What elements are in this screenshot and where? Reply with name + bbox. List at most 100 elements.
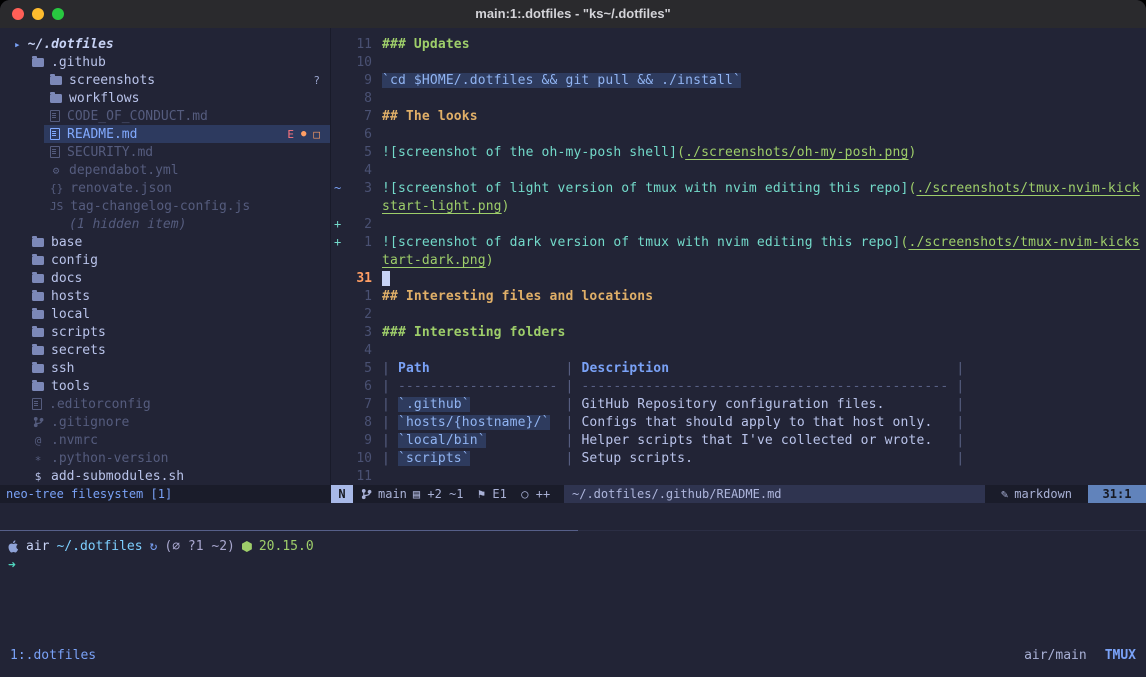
text-segment xyxy=(470,451,558,466)
tree-item-secrets[interactable]: secrets xyxy=(0,341,330,359)
editor-line[interactable]: 4 xyxy=(331,161,1146,179)
tree-item-tools[interactable]: tools xyxy=(0,377,330,395)
line-text: ### Updates xyxy=(382,37,470,52)
tree-item-renovate.json[interactable]: {}renovate.json xyxy=(0,179,330,197)
editor-line[interactable]: tart-dark.png) xyxy=(331,251,1146,269)
git-fetch-icon: ↻ xyxy=(150,539,158,554)
tree-item-config[interactable]: config xyxy=(0,251,330,269)
tree-item-dependabot.yml[interactable]: ⚙dependabot.yml xyxy=(0,161,330,179)
tree-item-scripts[interactable]: scripts xyxy=(0,323,330,341)
line-text: | `hosts/{hostname}/` | Configs that sho… xyxy=(382,415,964,430)
tree-item-local[interactable]: local xyxy=(0,305,330,323)
text-segment xyxy=(470,397,558,412)
tree-item-hosts[interactable]: hosts xyxy=(0,287,330,305)
gutter-sign xyxy=(331,91,346,105)
tree-item--.dotfiles[interactable]: ▸~/.dotfiles xyxy=(0,35,330,53)
editor-line[interactable]: 8 xyxy=(331,89,1146,107)
text-segment: | xyxy=(558,451,582,466)
shell-pane[interactable]: air ~/.dotfiles ↻ (⌀ ?1 ~2) 20.15.0 ➜ xyxy=(8,537,1146,575)
line-number: 1 xyxy=(346,235,372,250)
gutter-sign xyxy=(331,127,346,141)
gutter-sign xyxy=(331,253,346,267)
editor-line[interactable]: +2 xyxy=(331,215,1146,233)
statusline-row: neo-tree filesystem [1] N main ▤ +2 ~1 ⚑… xyxy=(0,485,1146,503)
tmux-pane-divider[interactable] xyxy=(0,530,1146,532)
tree-item-docs[interactable]: docs xyxy=(0,269,330,287)
prompt-git-status: (⌀ ?1 ~2) xyxy=(164,539,234,554)
editor-line[interactable]: 6| -------------------- | --------------… xyxy=(331,377,1146,395)
tree-item-workflows[interactable]: workflows xyxy=(0,89,330,107)
tree-item-label: CODE_OF_CONDUCT.md xyxy=(67,109,208,124)
tree-item-tag-changelog-config.js[interactable]: JStag-changelog-config.js xyxy=(0,197,330,215)
tree-item-.gitignore[interactable]: .gitignore xyxy=(0,413,330,431)
editor-line[interactable]: 11### Updates xyxy=(331,35,1146,53)
editor-line[interactable]: 10| `scripts` | Setup scripts. | xyxy=(331,449,1146,467)
editor-line[interactable]: 3### Interesting folders xyxy=(331,323,1146,341)
text-segment: | xyxy=(948,361,964,376)
editor-line[interactable]: 2 xyxy=(331,305,1146,323)
text-segment: `scripts` xyxy=(398,451,470,466)
editor-line[interactable]: 9| `local/bin` | Helper scripts that I'v… xyxy=(331,431,1146,449)
status-badge: ? xyxy=(313,74,320,87)
line-text: ### Interesting folders xyxy=(382,325,565,340)
editor-line[interactable]: 9`cd $HOME/.dotfiles && git pull && ./in… xyxy=(331,71,1146,89)
line-number: 11 xyxy=(346,469,372,484)
tree-item-label: screenshots xyxy=(69,73,155,88)
editor-pane[interactable]: 11### Updates 10 9`cd $HOME/.dotfiles &&… xyxy=(331,28,1146,492)
text-segment: ./screenshots/tmux-nvim-kicks xyxy=(908,235,1139,250)
editor-line[interactable]: 10 xyxy=(331,53,1146,71)
line-number: 4 xyxy=(346,163,372,178)
text-segment: start-light.png xyxy=(382,199,502,214)
line-number: 6 xyxy=(346,127,372,142)
tree-item-label: SECURITY.md xyxy=(67,145,153,160)
tree-item--1-hidden-item-[interactable]: (1 hidden item) xyxy=(0,215,330,233)
text-segment: Description xyxy=(581,361,669,376)
editor-line[interactable]: 1## Interesting files and locations xyxy=(331,287,1146,305)
editor-line[interactable]: start-light.png) xyxy=(331,197,1146,215)
editor-line[interactable]: +1![screenshot of dark version of tmux w… xyxy=(331,233,1146,251)
minimize-button[interactable] xyxy=(32,8,44,20)
tree-item-security.md[interactable]: SECURITY.md xyxy=(0,143,330,161)
file-icon xyxy=(50,146,60,158)
tree-item-.nvmrc[interactable]: @.nvmrc xyxy=(0,431,330,449)
editor-line[interactable]: 7| `.github` | GitHub Repository configu… xyxy=(331,395,1146,413)
tree-item-screenshots[interactable]: screenshots? xyxy=(0,71,330,89)
text-segment xyxy=(550,415,558,430)
line-number: 9 xyxy=(346,433,372,448)
text-segment xyxy=(932,415,948,430)
tree-item-ssh[interactable]: ssh xyxy=(0,359,330,377)
tmux-window-tab[interactable]: 1:.dotfiles xyxy=(10,648,96,663)
tree-item-base[interactable]: base xyxy=(0,233,330,251)
zoom-button[interactable] xyxy=(52,8,64,20)
editor-line[interactable]: 5![screenshot of the oh-my-posh shell](.… xyxy=(331,143,1146,161)
editor-line[interactable]: 31 xyxy=(331,269,1146,287)
editor-line[interactable]: 4 xyxy=(331,341,1146,359)
close-button[interactable] xyxy=(12,8,24,20)
editor-line[interactable]: 5| Path | Description | xyxy=(331,359,1146,377)
shell-input-line[interactable]: ➜ xyxy=(8,556,1146,575)
gutter-sign xyxy=(331,145,346,159)
neotree-statusline: neo-tree filesystem [1] xyxy=(0,485,331,503)
line-number: 9 xyxy=(346,73,372,88)
tree-item-code-of-conduct.md[interactable]: CODE_OF_CONDUCT.md xyxy=(0,107,330,125)
tree-item-.editorconfig[interactable]: .editorconfig xyxy=(0,395,330,413)
tree-item-.python-version[interactable]: ∗.python-version xyxy=(0,449,330,467)
shell-icon: $ xyxy=(32,470,44,483)
editor-line[interactable]: 11 xyxy=(331,467,1146,485)
text-segment: | xyxy=(948,451,964,466)
editor-line[interactable]: 8| `hosts/{hostname}/` | Configs that sh… xyxy=(331,413,1146,431)
tree-item-readme.md[interactable]: README.mdE●□ xyxy=(44,125,330,143)
text-segment: ) xyxy=(502,199,510,214)
tree-item-add-submodules.sh[interactable]: $ add-submodules.sh xyxy=(0,467,330,485)
folder-icon xyxy=(50,76,62,85)
tree-item-.github[interactable]: .github xyxy=(0,53,330,71)
editor-line[interactable]: 7## The looks xyxy=(331,107,1146,125)
editor-line[interactable]: 6 xyxy=(331,125,1146,143)
editor-line[interactable]: ~3![screenshot of light version of tmux … xyxy=(331,179,1146,197)
line-text xyxy=(382,271,390,286)
line-number: 3 xyxy=(346,181,372,196)
file-tree[interactable]: ▸~/.dotfiles.githubscreenshots?workflows… xyxy=(0,28,331,492)
pencil-icon: ✎ xyxy=(1001,487,1008,501)
tree-item-label: add-submodules.sh xyxy=(51,469,184,484)
tree-item-badges: ? xyxy=(313,74,330,87)
